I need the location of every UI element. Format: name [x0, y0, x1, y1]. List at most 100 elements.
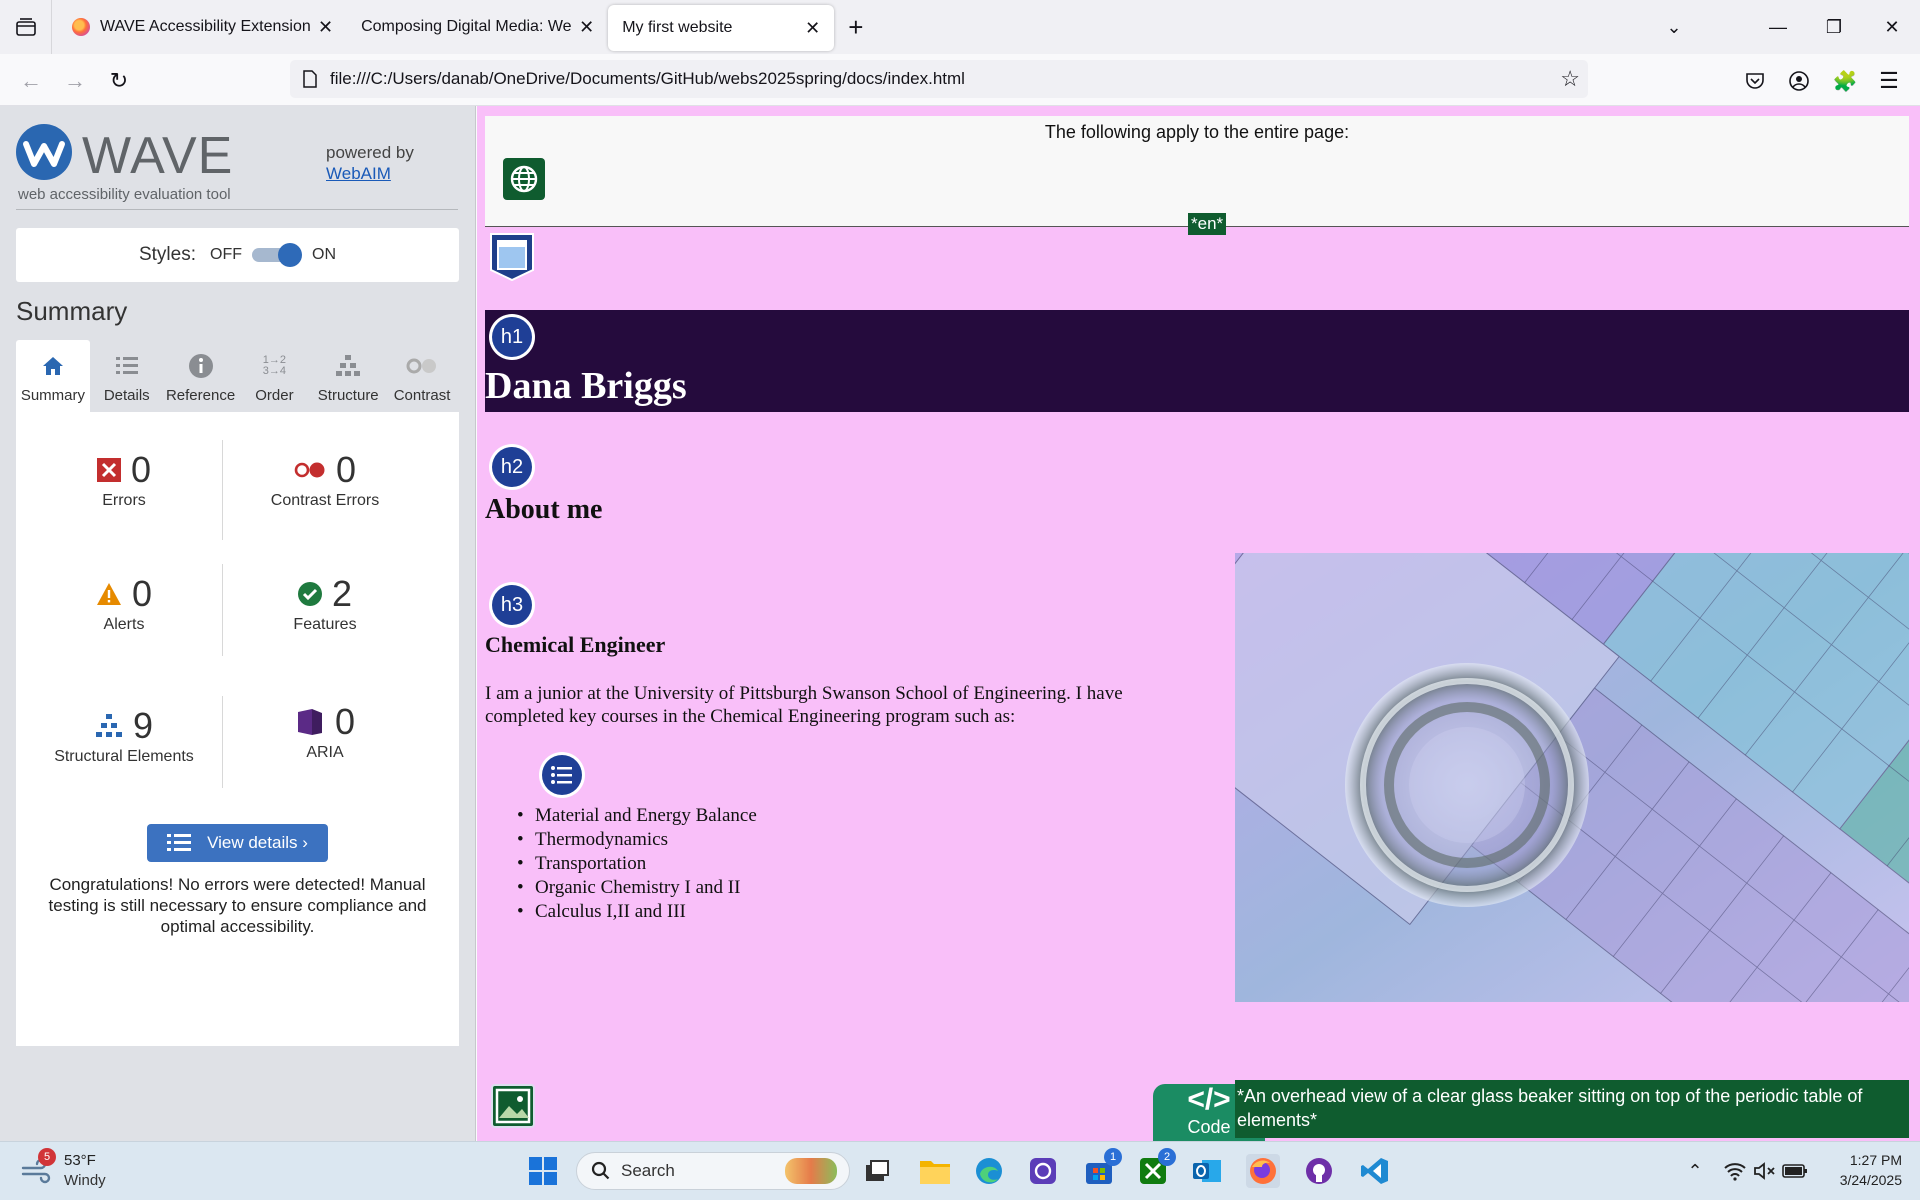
- reload-button[interactable]: ↻: [104, 66, 134, 96]
- weather-condition: Windy: [64, 1172, 106, 1189]
- styles-off-label: OFF: [210, 246, 243, 263]
- alerts-stat[interactable]: 0 Alerts: [24, 573, 224, 634]
- xbox-badge: 2: [1158, 1148, 1176, 1166]
- edge-icon[interactable]: [972, 1154, 1006, 1188]
- url-text: file:///C:/Users/danab/OneDrive/Document…: [330, 69, 965, 88]
- file-icon: [303, 70, 317, 88]
- alert-icon: [96, 583, 121, 605]
- tab-title: Composing Digital Media: Web Unit: [361, 18, 572, 35]
- new-tab-button[interactable]: +: [848, 12, 863, 43]
- aria-stat[interactable]: 0 ARIA: [225, 701, 425, 762]
- tab-contrast[interactable]: Contrast: [385, 340, 459, 412]
- navigation-bar: ← → ↻ file:///C:/Users/danab/OneDrive/Do…: [0, 54, 1920, 106]
- image-alt-icon[interactable]: [491, 1084, 535, 1128]
- errors-label: Errors: [102, 492, 146, 509]
- list-badge-icon[interactable]: [539, 752, 585, 798]
- wave-logo-icon: [16, 124, 72, 180]
- task-view-icon[interactable]: [860, 1154, 894, 1188]
- h1-badge-icon[interactable]: h1: [489, 314, 535, 360]
- powered-by-label: powered by: [326, 143, 414, 162]
- search-highlight-icon: [785, 1158, 837, 1184]
- styles-on-label: ON: [312, 246, 337, 263]
- xbox-icon[interactable]: 2: [1136, 1148, 1176, 1188]
- volume-muted-icon[interactable]: [1748, 1154, 1782, 1188]
- errors-stat[interactable]: 0 Errors: [24, 449, 224, 510]
- structural-elements-stat[interactable]: 9 Structural Elements: [24, 705, 224, 766]
- webaim-link[interactable]: WebAIM: [326, 164, 391, 183]
- back-button[interactable]: ←: [16, 66, 46, 96]
- photo-app-icon[interactable]: [1026, 1154, 1060, 1188]
- show-hidden-icons-icon[interactable]: ⌃: [1678, 1154, 1712, 1188]
- divider: [16, 209, 458, 210]
- summary-heading: Summary: [16, 296, 128, 326]
- bookmark-star-icon[interactable]: ☆: [1560, 66, 1580, 92]
- header-region-icon[interactable]: [489, 232, 535, 282]
- restore-icon[interactable]: ❐: [1806, 0, 1862, 54]
- github-desktop-icon[interactable]: [1302, 1154, 1336, 1188]
- forward-button[interactable]: →: [60, 66, 90, 96]
- tab-wave[interactable]: WAVE Accessibility Extension – ( ✕: [58, 4, 347, 50]
- intro-paragraph: I am a junior at the University of Pitts…: [485, 683, 1123, 727]
- language-globe-icon[interactable]: [503, 158, 545, 200]
- vscode-icon[interactable]: [1358, 1154, 1392, 1188]
- features-label: Features: [293, 616, 357, 633]
- battery-icon[interactable]: [1778, 1154, 1812, 1188]
- view-details-button[interactable]: View details ›: [147, 824, 328, 862]
- tab-structure[interactable]: Structure: [311, 340, 385, 412]
- address-bar[interactable]: file:///C:/Users/danab/OneDrive/Document…: [290, 60, 1588, 98]
- info-icon: [188, 351, 214, 381]
- wifi-icon[interactable]: [1718, 1154, 1752, 1188]
- weather-alert-badge: 5: [38, 1148, 56, 1166]
- close-tab-icon[interactable]: ✕: [579, 17, 594, 38]
- pocket-icon[interactable]: [1740, 66, 1770, 96]
- powered-by: powered by WebAIM: [326, 142, 414, 184]
- subheading: Chemical Engineer: [485, 632, 666, 657]
- styles-label: Styles:: [138, 244, 197, 265]
- outlook-icon[interactable]: [1190, 1154, 1224, 1188]
- h2-badge-icon[interactable]: h2: [489, 444, 535, 490]
- structural-elements-label: Structural Elements: [54, 748, 194, 765]
- tab-composing-digital-media[interactable]: Composing Digital Media: Web Unit ✕: [347, 4, 608, 50]
- tab-summary[interactable]: Summary: [16, 340, 90, 412]
- structural-elements-count: 9: [132, 705, 154, 746]
- file-explorer-icon[interactable]: [918, 1154, 952, 1188]
- account-icon[interactable]: [1784, 66, 1814, 96]
- close-tab-icon[interactable]: ✕: [805, 18, 820, 39]
- features-stat[interactable]: 2 Features: [225, 573, 425, 634]
- tab-list-button[interactable]: [0, 0, 52, 54]
- order-icon: 1→2 3→4: [262, 354, 287, 377]
- wave-tab-list: Summary Details Reference 1→2 3→4 Order S…: [16, 340, 459, 412]
- list-icon: [167, 834, 192, 851]
- list-all-tabs-icon[interactable]: ⌄: [1646, 0, 1702, 54]
- search-icon: [591, 1161, 610, 1180]
- windows-start-icon[interactable]: [526, 1154, 560, 1188]
- tab-label: Order: [255, 387, 294, 404]
- summary-panel: 0 Errors 0 Contrast Errors 0 Alerts 2 Fe…: [16, 412, 459, 1046]
- taskbar-search[interactable]: Search: [576, 1152, 850, 1190]
- firefox-icon[interactable]: [1246, 1154, 1280, 1188]
- contrast-errors-stat[interactable]: 0 Contrast Errors: [225, 449, 425, 510]
- contrast-error-icon: [294, 462, 325, 478]
- page-language-box: The following apply to the entire page: …: [485, 116, 1909, 235]
- tab-order[interactable]: 1→2 3→4 Order: [237, 340, 311, 412]
- view-details-label: View details ›: [207, 833, 308, 852]
- minimize-icon[interactable]: —: [1750, 0, 1806, 54]
- close-window-icon[interactable]: ✕: [1864, 0, 1920, 54]
- close-tab-icon[interactable]: ✕: [318, 17, 333, 38]
- list-item: Calculus I,II and III: [517, 900, 757, 924]
- list-item: Transportation: [517, 852, 757, 876]
- h3-badge-icon[interactable]: h3: [489, 582, 535, 628]
- microsoft-store-icon[interactable]: 1: [1082, 1148, 1122, 1188]
- tab-label: Contrast: [393, 387, 451, 404]
- tab-my-first-website[interactable]: My first website ✕: [608, 5, 835, 51]
- system-clock[interactable]: 1:27 PM 3/24/2025: [1840, 1150, 1902, 1190]
- styles-toggle[interactable]: [252, 243, 303, 267]
- tab-details[interactable]: Details: [90, 340, 164, 412]
- tab-reference[interactable]: Reference: [164, 340, 238, 412]
- list-item: Thermodynamics: [517, 828, 757, 852]
- menu-icon[interactable]: ☰: [1874, 66, 1904, 96]
- tab-label: Reference: [165, 387, 236, 404]
- image-alt-text: *An overhead view of a clear glass beake…: [1235, 1080, 1909, 1138]
- h3-badge-label: h3: [492, 585, 532, 625]
- extensions-icon[interactable]: 🧩: [1830, 66, 1860, 96]
